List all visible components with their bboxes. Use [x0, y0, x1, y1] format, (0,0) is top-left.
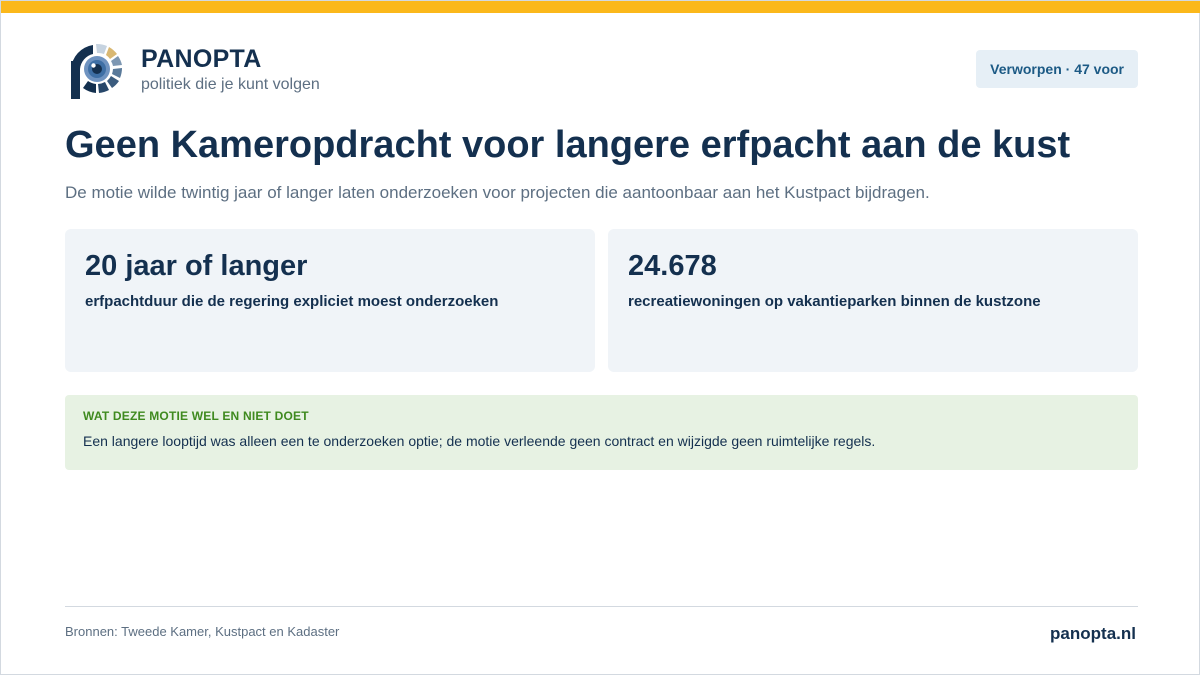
stat-value: 24.678: [628, 250, 717, 282]
header: PANOPTA politiek die je kunt volgen Verw…: [65, 41, 1138, 103]
stat-card-duration: 20 jaar of langer erfpachtduur die de re…: [65, 229, 595, 372]
panopta-eye-logo-icon: [71, 43, 122, 99]
footer-divider: [65, 606, 1138, 607]
motion-note-box: Wat deze motie wel en niet doet Een lang…: [65, 395, 1138, 470]
note-text: Een langere looptijd was alleen een te o…: [83, 433, 876, 449]
footer-site-link[interactable]: panopta.nl: [1050, 624, 1136, 644]
stat-value: 20 jaar of langer: [85, 250, 308, 282]
note-heading: Wat deze motie wel en niet doet: [83, 409, 309, 423]
status-badge: Verworpen · 47 voor: [976, 50, 1138, 88]
footer-sources: Bronnen: Tweede Kamer, Kustpact en Kadas…: [65, 624, 340, 639]
brand-name: PANOPTA: [141, 45, 262, 73]
brand-tagline: politiek die je kunt volgen: [141, 76, 320, 93]
share-card: PANOPTA politiek die je kunt volgen Verw…: [0, 0, 1200, 675]
stat-card-homes: 24.678 recreatiewoningen op vakantiepark…: [608, 229, 1138, 372]
stat-label: recreatiewoningen op vakantieparken binn…: [628, 293, 1041, 310]
accent-top-bar: [1, 1, 1200, 13]
stat-label: erfpachtduur die de regering expliciet m…: [85, 293, 499, 310]
page-title: Geen Kameropdracht voor langere erfpacht…: [65, 124, 1071, 166]
subtitle: De motie wilde twintig jaar of langer la…: [65, 183, 930, 202]
